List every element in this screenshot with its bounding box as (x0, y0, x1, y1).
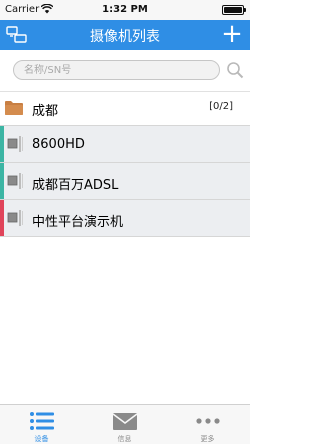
camera-icon (7, 136, 23, 152)
camera-icon (7, 173, 23, 189)
status-accent-bar (0, 126, 4, 162)
status-accent-bar (0, 163, 4, 199)
tab-label: 设备 (34, 435, 49, 443)
camera-label: 成都百万ADSL (32, 178, 119, 193)
tab-devices[interactable]: 设备 (0, 405, 83, 444)
tab-bar: 设备 信息 更多 (0, 404, 250, 444)
battery-icon (222, 5, 246, 15)
camera-label: 8600HD (32, 137, 85, 152)
camera-row[interactable]: 成都百万ADSL (0, 163, 250, 200)
search-bar (0, 50, 250, 92)
mail-icon (112, 413, 138, 430)
search-icon[interactable] (226, 61, 244, 79)
add-camera-button[interactable]: + (220, 21, 244, 47)
camera-icon (7, 210, 23, 226)
status-time: 1:32 PM (102, 4, 148, 15)
camera-row[interactable]: 中性平台演示机 (0, 200, 250, 237)
folder-icon (5, 101, 23, 115)
tab-label: 信息 (117, 435, 132, 443)
tab-messages[interactable]: 信息 (83, 405, 166, 444)
page-title: 摄像机列表 (90, 29, 160, 45)
search-input[interactable] (13, 60, 220, 80)
status-bar: Carrier 1:32 PM (0, 0, 250, 20)
status-accent-bar (0, 200, 4, 236)
folder-online-count: [0/2] (209, 101, 233, 112)
folder-row[interactable]: 成都 [0/2] (0, 92, 250, 126)
folder-label: 成都 (32, 104, 59, 119)
list-icon (30, 412, 54, 430)
camera-row[interactable]: 8600HD (0, 126, 250, 163)
nav-bar: 摄像机列表 + (0, 20, 250, 50)
camera-label: 中性平台演示机 (32, 215, 124, 230)
tab-label: 更多 (200, 435, 215, 443)
device-list: 成都 [0/2] 8600HD 成都百万ADSL 中性平台演示机 (0, 92, 250, 237)
more-icon (196, 418, 220, 424)
tab-more[interactable]: 更多 (166, 405, 249, 444)
